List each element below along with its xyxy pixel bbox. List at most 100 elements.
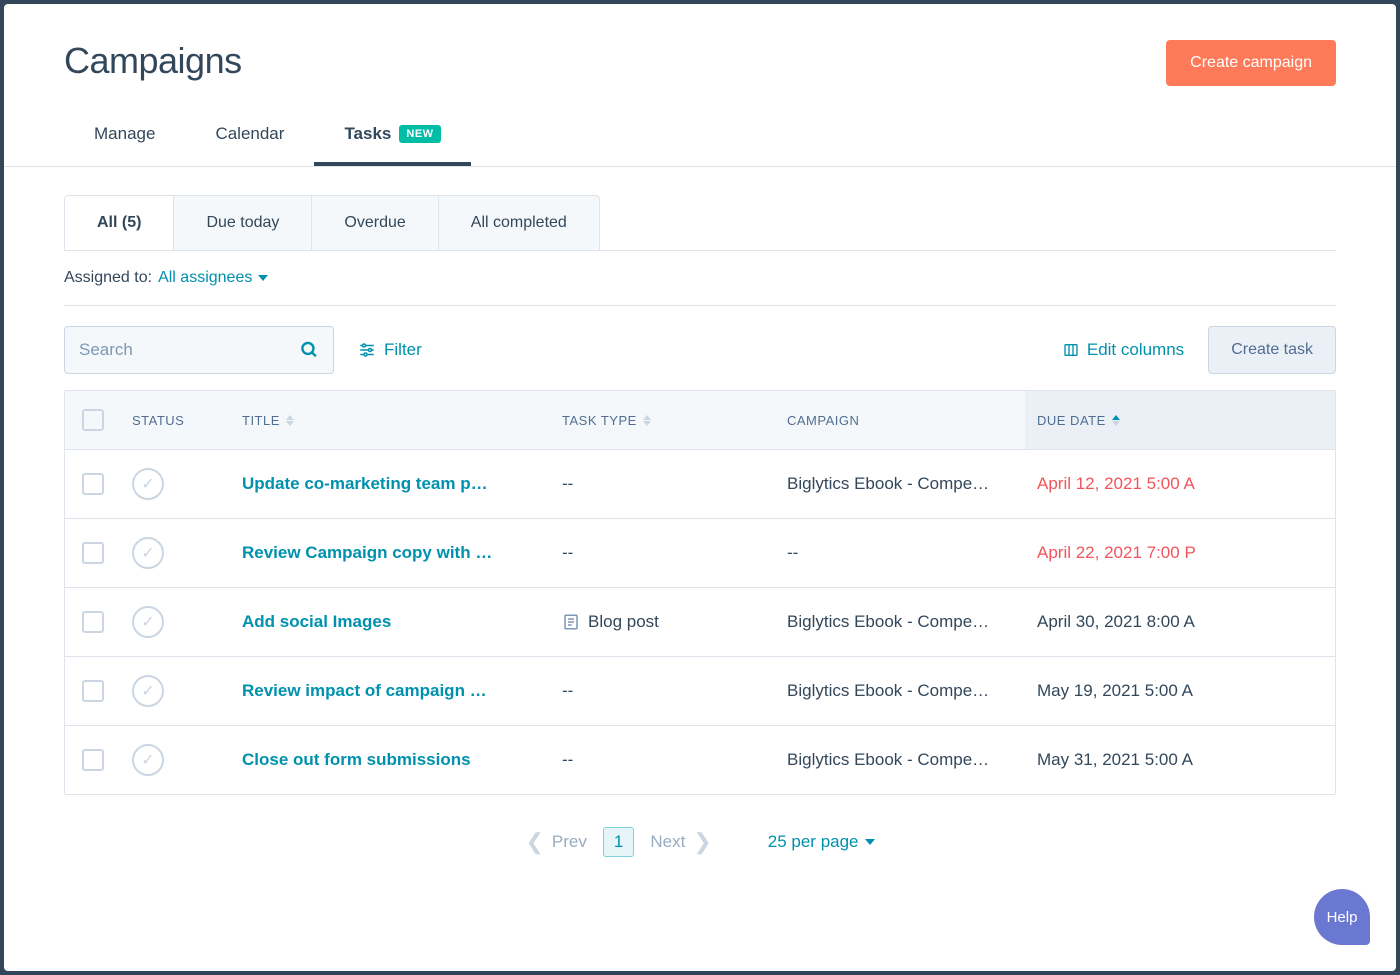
check-icon: ✓	[141, 681, 154, 701]
header-type-label: TASK TYPE	[562, 413, 637, 428]
check-icon: ✓	[141, 612, 154, 632]
row-title-cell: Review Campaign copy with …	[230, 519, 550, 587]
row-checkbox-cell	[65, 657, 120, 725]
status-toggle[interactable]: ✓	[132, 675, 164, 707]
prev-button[interactable]: ❮ Prev	[525, 829, 586, 855]
content-area: All (5) Due today Overdue All completed …	[4, 167, 1396, 889]
due-date-text: April 22, 2021 7:00 P	[1037, 543, 1196, 563]
campaign-text: Biglytics Ebook - Compe…	[787, 612, 989, 632]
task-type-text: --	[562, 750, 573, 770]
header-title[interactable]: TITLE	[230, 391, 550, 449]
row-due-cell: April 12, 2021 5:00 A	[1025, 450, 1335, 518]
check-icon: ✓	[141, 750, 154, 770]
search-box[interactable]	[64, 326, 334, 374]
status-toggle[interactable]: ✓	[132, 468, 164, 500]
row-checkbox[interactable]	[82, 749, 104, 771]
chevron-left-icon: ❮	[525, 829, 543, 855]
header-due-date[interactable]: DUE DATE	[1025, 391, 1335, 449]
status-toggle[interactable]: ✓	[132, 606, 164, 638]
due-date-text: April 30, 2021 8:00 A	[1037, 612, 1195, 632]
assigned-dropdown[interactable]: All assignees	[158, 269, 268, 287]
task-type-text: --	[562, 681, 573, 701]
check-icon: ✓	[141, 543, 154, 563]
header-task-type[interactable]: TASK TYPE	[550, 391, 775, 449]
tab-label: Tasks	[344, 124, 391, 144]
table-row: ✓ Add social Images Blog post Biglytics Ebo…	[65, 588, 1335, 657]
prev-label: Prev	[552, 832, 587, 852]
chevron-right-icon: ❯	[693, 829, 711, 855]
table-row: ✓ Update co-marketing team p… -- Biglytics …	[65, 450, 1335, 519]
filter-button[interactable]: Filter	[358, 340, 422, 360]
filter-tab-due-today[interactable]: Due today	[174, 196, 312, 250]
row-checkbox[interactable]	[82, 542, 104, 564]
create-task-button[interactable]: Create task	[1208, 326, 1336, 374]
app-window: Campaigns Create campaign Manage Calenda…	[4, 4, 1396, 971]
sort-icon	[286, 415, 294, 426]
task-title-link[interactable]: Update co-marketing team p…	[242, 474, 488, 494]
table-row: ✓Close out form submissions--Biglytics E…	[65, 726, 1335, 794]
row-type-cell: Blog post	[550, 588, 775, 656]
row-checkbox[interactable]	[82, 473, 104, 495]
assigned-to-row: Assigned to: All assignees	[64, 251, 1336, 305]
table-row: ✓Review Campaign copy with …----April 22…	[65, 519, 1335, 588]
header-title-label: TITLE	[242, 413, 280, 428]
row-status-cell: ✓	[120, 588, 230, 656]
header: Campaigns Create campaign	[4, 4, 1396, 86]
row-title-cell: Update co-marketing team p…	[230, 450, 550, 518]
due-date-text: May 31, 2021 5:00 A	[1037, 750, 1193, 770]
task-title-link[interactable]: Close out form submissions	[242, 750, 471, 770]
row-checkbox[interactable]	[82, 680, 104, 702]
nav-tabs: Manage Calendar Tasks NEW	[4, 110, 1396, 167]
header-campaign[interactable]: CAMPAIGN	[775, 391, 1025, 449]
row-type-cell: --	[550, 450, 775, 518]
campaign-text: Biglytics Ebook - Compe…	[787, 681, 989, 701]
status-toggle[interactable]: ✓	[132, 537, 164, 569]
row-status-cell: ✓	[120, 450, 230, 518]
row-status-cell: ✓	[120, 726, 230, 794]
header-status[interactable]: STATUS	[120, 391, 230, 449]
row-checkbox-cell	[65, 588, 120, 656]
row-type-cell: --	[550, 726, 775, 794]
tab-manage[interactable]: Manage	[64, 110, 185, 166]
current-page[interactable]: 1	[603, 827, 634, 857]
filter-tab-overdue[interactable]: Overdue	[312, 196, 438, 250]
search-input[interactable]	[79, 340, 300, 360]
filter-tab-all[interactable]: All (5)	[65, 196, 174, 250]
blog-post-icon	[562, 613, 580, 631]
row-campaign-cell: --	[775, 519, 1025, 587]
new-badge: NEW	[399, 125, 440, 143]
next-label: Next	[650, 832, 685, 852]
assigned-value: All assignees	[158, 269, 252, 287]
edit-columns-button[interactable]: Edit columns	[1063, 340, 1184, 360]
page-title: Campaigns	[64, 40, 242, 82]
task-type-text: --	[562, 474, 573, 494]
select-all-checkbox[interactable]	[82, 409, 104, 431]
task-title-link[interactable]: Review impact of campaign …	[242, 681, 487, 701]
search-icon	[300, 340, 319, 360]
filter-tab-completed[interactable]: All completed	[439, 196, 599, 250]
row-checkbox[interactable]	[82, 611, 104, 633]
task-title-link[interactable]: Add social Images	[242, 612, 391, 632]
task-title-link[interactable]: Review Campaign copy with …	[242, 543, 492, 563]
tab-tasks[interactable]: Tasks NEW	[314, 110, 470, 166]
status-toggle[interactable]: ✓	[132, 744, 164, 776]
row-checkbox-cell	[65, 519, 120, 587]
caret-down-icon	[258, 275, 268, 281]
table-header: STATUS TITLE TASK TYPE CAMPAIGN DUE DATE	[65, 391, 1335, 450]
row-status-cell: ✓	[120, 657, 230, 725]
row-campaign-cell: Biglytics Ebook - Compe…	[775, 657, 1025, 725]
create-campaign-button[interactable]: Create campaign	[1166, 40, 1336, 86]
tab-calendar[interactable]: Calendar	[185, 110, 314, 166]
sliders-icon	[358, 341, 376, 359]
columns-icon	[1063, 342, 1079, 358]
sort-icon	[643, 415, 651, 426]
campaign-text: Biglytics Ebook - Compe…	[787, 474, 989, 494]
row-checkbox-cell	[65, 450, 120, 518]
next-button[interactable]: Next ❯	[650, 829, 711, 855]
header-checkbox-cell	[65, 391, 120, 449]
per-page-dropdown[interactable]: 25 per page	[768, 832, 875, 852]
table-body: ✓ Update co-marketing team p… -- Biglytics …	[65, 450, 1335, 794]
help-button[interactable]: Help	[1314, 889, 1370, 945]
row-due-cell: April 30, 2021 8:00 A	[1025, 588, 1335, 656]
campaign-text: --	[787, 543, 798, 563]
